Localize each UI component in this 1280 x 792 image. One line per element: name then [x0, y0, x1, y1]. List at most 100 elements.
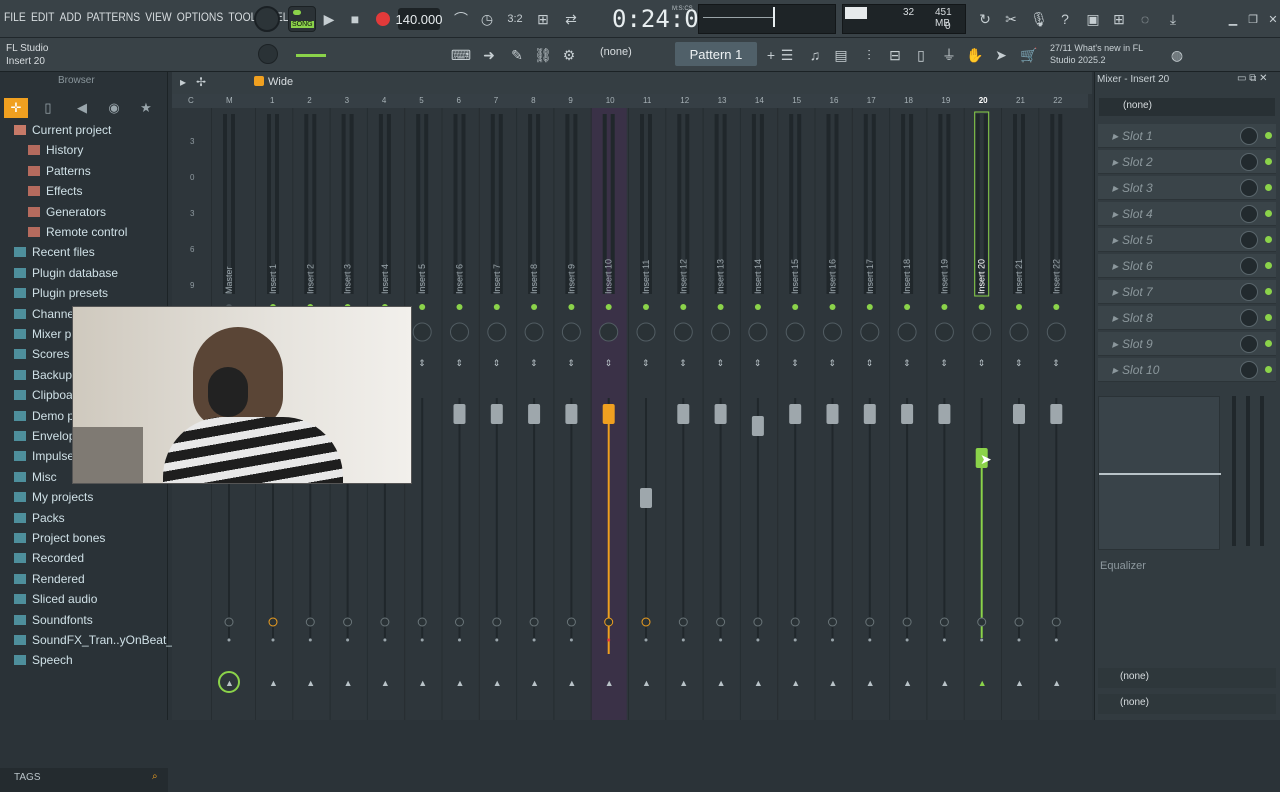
- speaker-icon[interactable]: ◀: [70, 98, 94, 118]
- pan-knob[interactable]: [487, 322, 507, 342]
- track-name[interactable]: Insert 11: [641, 260, 651, 294]
- mixer-view-icon[interactable]: ✢: [196, 75, 206, 89]
- panel-close-icon[interactable]: ▭ ⧉ ✕: [1237, 73, 1268, 84]
- stop-button[interactable]: ■: [342, 6, 368, 32]
- browser-item[interactable]: Generators: [28, 202, 106, 222]
- browser-item[interactable]: Rendered: [14, 569, 85, 589]
- send-arrow-icon[interactable]: ▲: [269, 678, 278, 688]
- effect-slot[interactable]: ▸ Slot 10: [1098, 358, 1276, 382]
- slot-enable-led[interactable]: [1265, 340, 1272, 347]
- track-enable-led[interactable]: [680, 304, 687, 310]
- track-enable-led[interactable]: [754, 304, 761, 310]
- route-knob[interactable]: [1051, 617, 1061, 627]
- step-edit-icon[interactable]: ⊞: [530, 6, 556, 32]
- track-enable-led[interactable]: [643, 304, 649, 310]
- pan-knob[interactable]: [524, 322, 544, 342]
- render-icon[interactable]: ⊞: [1106, 6, 1132, 32]
- track-name[interactable]: Insert 14: [753, 259, 763, 294]
- close-icon[interactable]: ✕: [1260, 6, 1280, 32]
- pan-knob[interactable]: [711, 322, 731, 342]
- slot-mix-knob[interactable]: [1240, 153, 1258, 171]
- track-name[interactable]: Insert 12: [678, 259, 688, 294]
- pan-knob[interactable]: [412, 322, 432, 342]
- send-arrow-icon[interactable]: ▲: [1052, 678, 1061, 688]
- send-arrow-icon[interactable]: ▲: [754, 678, 763, 688]
- track-enable-led[interactable]: [605, 304, 612, 310]
- send-arrow-icon[interactable]: ▲: [493, 678, 502, 688]
- pattern-selector[interactable]: Pattern 1: [675, 42, 757, 66]
- playlist-icon[interactable]: ☰: [774, 42, 800, 68]
- track-enable-led[interactable]: [1053, 304, 1060, 310]
- countdown-icon[interactable]: 3:2: [502, 6, 528, 32]
- send-arrow-icon[interactable]: ▲: [344, 678, 353, 688]
- route-knob[interactable]: [566, 617, 576, 627]
- track-enable-led[interactable]: [531, 304, 538, 310]
- favorites-icon[interactable]: ★: [134, 98, 158, 118]
- pan-knob[interactable]: [599, 322, 619, 342]
- route-knob[interactable]: [1014, 617, 1024, 627]
- slot-enable-led[interactable]: [1265, 210, 1272, 217]
- browser-item[interactable]: Recorded: [14, 548, 84, 568]
- track-enable-led[interactable]: [1016, 304, 1022, 310]
- microphone-icon[interactable]: 🎙: [1026, 6, 1052, 32]
- menu-item[interactable]: FILE: [4, 10, 26, 24]
- project-icon[interactable]: ▯: [908, 42, 934, 68]
- browser-item[interactable]: Current project: [14, 120, 111, 140]
- output-selector-2[interactable]: (none): [1098, 694, 1276, 714]
- wait-input-icon[interactable]: ◷: [474, 6, 500, 32]
- route-knob[interactable]: [753, 617, 763, 627]
- route-knob[interactable]: [492, 617, 502, 627]
- track-enable-led[interactable]: [493, 304, 500, 310]
- browser-item[interactable]: Recent files: [14, 242, 95, 262]
- wide-toggle[interactable]: [254, 76, 264, 86]
- effect-slot[interactable]: ▸ Slot 6: [1098, 254, 1276, 278]
- track-name[interactable]: Insert 22: [1051, 259, 1061, 294]
- route-knob[interactable]: [529, 617, 539, 627]
- slot-enable-led[interactable]: [1265, 366, 1272, 373]
- download-icon[interactable]: ⤓: [1160, 6, 1186, 32]
- output-selector-1[interactable]: (none): [1098, 668, 1276, 688]
- metronome-icon[interactable]: ⌒: [448, 6, 474, 32]
- slot-mix-knob[interactable]: [1240, 335, 1258, 353]
- volume-fader[interactable]: [751, 416, 764, 436]
- track-name[interactable]: Insert 4: [380, 264, 390, 294]
- master-pitch-slider[interactable]: [296, 54, 326, 57]
- slot-enable-led[interactable]: [1265, 236, 1272, 243]
- effect-slot[interactable]: ▸ Slot 1: [1098, 124, 1276, 148]
- send-arrow-icon[interactable]: ▲: [306, 678, 315, 688]
- send-arrow-icon[interactable]: ▲: [791, 678, 800, 688]
- route-knob[interactable]: [268, 617, 278, 627]
- track-name[interactable]: Insert 6: [455, 264, 465, 294]
- tags-bar[interactable]: TAGS ⌕: [0, 768, 168, 792]
- browser-item[interactable]: Plugin presets: [14, 283, 108, 303]
- browser-item[interactable]: SoundFX_Tran..yOnBeat_com: [14, 630, 196, 650]
- slot-enable-led[interactable]: [1265, 314, 1272, 321]
- slot-mix-knob[interactable]: [1240, 179, 1258, 197]
- browser-item[interactable]: Patterns: [28, 161, 91, 181]
- volume-fader[interactable]: [602, 404, 615, 424]
- search-icon[interactable]: ⌕: [152, 771, 158, 782]
- route-knob[interactable]: [641, 617, 651, 627]
- track-enable-led[interactable]: [829, 304, 836, 310]
- stamp-icon[interactable]: ⚙: [556, 42, 582, 68]
- pan-knob[interactable]: [860, 322, 880, 342]
- track-name[interactable]: Insert 17: [865, 259, 875, 294]
- browser-item[interactable]: Sliced audio: [14, 589, 97, 609]
- slot-mix-knob[interactable]: [1240, 283, 1258, 301]
- track-enable-led[interactable]: [717, 304, 724, 310]
- send-arrow-icon[interactable]: ▲: [903, 678, 912, 688]
- effect-slot[interactable]: ▸ Slot 8: [1098, 306, 1276, 330]
- route-knob[interactable]: [790, 617, 800, 627]
- volume-fader[interactable]: [453, 404, 466, 424]
- track-name[interactable]: Insert 19: [939, 259, 949, 294]
- save-icon[interactable]: ▣: [1080, 6, 1106, 32]
- menu-item[interactable]: EDIT: [31, 10, 55, 24]
- track-name[interactable]: Insert 15: [790, 259, 800, 294]
- volume-fader[interactable]: [640, 488, 652, 508]
- send-arrow-icon[interactable]: ▲: [978, 678, 987, 688]
- browser-item[interactable]: Effects: [28, 181, 82, 201]
- volume-fader[interactable]: [901, 404, 914, 424]
- track-name[interactable]: Insert 2: [305, 264, 315, 294]
- pan-knob[interactable]: [673, 322, 693, 342]
- route-knob[interactable]: [343, 617, 353, 627]
